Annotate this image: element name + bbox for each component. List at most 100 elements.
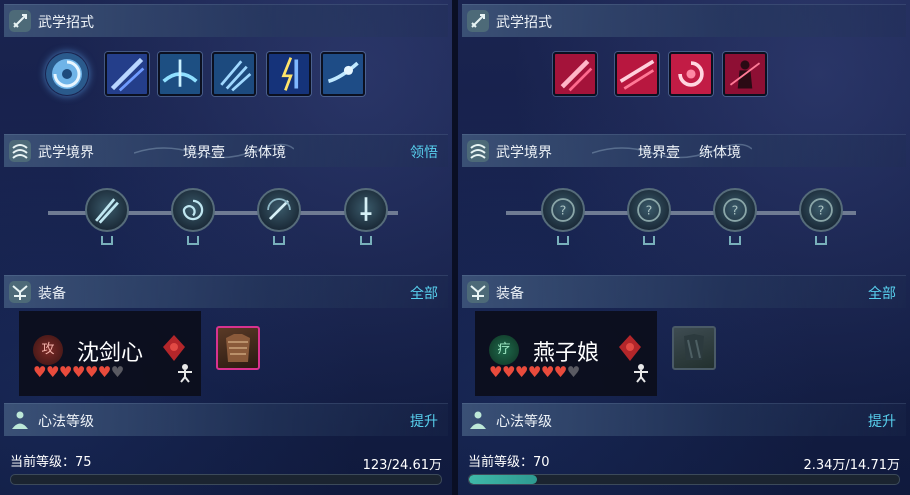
xinfa-header: 心法等级 提升	[4, 403, 448, 436]
svg-text:?: ?	[560, 203, 567, 218]
red-ornament-icon	[619, 335, 641, 361]
realm-node-slot-1	[557, 236, 569, 245]
realm-name: 练体境	[699, 145, 741, 161]
realm-node-1[interactable]	[85, 188, 129, 232]
xinfa-title: 心法等级	[38, 414, 94, 430]
heart-rating: ♥♥♥♥♥♥♥	[33, 363, 124, 381]
vortex-skill-icon	[46, 53, 88, 95]
equipped-armor-slot[interactable]	[216, 326, 260, 370]
heart-empty-icon: ♥	[566, 363, 580, 381]
sword-icon	[467, 10, 489, 32]
heart-filled-icon: ♥	[527, 363, 541, 381]
healer-badge: 疗	[489, 335, 519, 365]
realm-node-3[interactable]	[257, 188, 301, 232]
skill-icon-2[interactable]	[615, 52, 659, 96]
upgrade-button[interactable]: 提升	[868, 411, 896, 431]
skill-icon-4[interactable]	[212, 52, 256, 96]
meditation-icon	[12, 411, 28, 429]
empty-armor-slot[interactable]	[672, 326, 716, 370]
skill-icon-2[interactable]	[105, 52, 149, 96]
realm-node-slot-3	[729, 236, 741, 245]
skill-icon-1[interactable]	[45, 52, 89, 96]
svg-text:?: ?	[646, 203, 653, 218]
heart-filled-icon: ♥	[71, 363, 85, 381]
skill-icon-5[interactable]	[267, 52, 311, 96]
skill-icon-4[interactable]	[723, 52, 767, 96]
armor-placeholder-icon	[684, 334, 704, 360]
current-level: 当前等级：70	[468, 455, 550, 470]
blade-slash-icon	[95, 198, 119, 224]
view-all-button[interactable]: 全部	[868, 283, 896, 303]
level-progress-text: 2.34万/14.71万	[803, 458, 900, 473]
equip-title: 装备	[38, 286, 66, 302]
svg-text:?: ?	[818, 203, 825, 218]
realm-node-2[interactable]	[171, 188, 215, 232]
realm-node-slot-4	[815, 236, 827, 245]
equip-title: 装备	[496, 286, 524, 302]
heart-filled-icon: ♥	[58, 363, 72, 381]
character-panel-right: 武学招式 武学境界 境界壹 练体境 ? ? ? ? 装备 全部 疗 燕子娘 ♥♥…	[458, 0, 910, 495]
wave-skill-icon	[160, 54, 200, 94]
realm-node-slot-4	[360, 236, 372, 245]
puppet-figure-icon	[634, 364, 648, 383]
heart-filled-icon: ♥	[33, 363, 46, 381]
current-level: 当前等级：75	[10, 455, 92, 470]
character-card[interactable]: 疗 燕子娘 ♥♥♥♥♥♥♥	[475, 311, 657, 396]
realm-node-locked-2[interactable]: ?	[627, 188, 671, 232]
equipment-icon	[9, 281, 31, 303]
skill-icon-6[interactable]	[321, 52, 365, 96]
realm-node-locked-4[interactable]: ?	[799, 188, 843, 232]
equipment-icon	[467, 281, 489, 303]
realm-node-4[interactable]	[344, 188, 388, 232]
xinfa-header: 心法等级 提升	[462, 403, 906, 436]
skills-header: 武学招式	[462, 4, 906, 37]
skill-icon-1[interactable]	[553, 52, 597, 96]
level-progress-fill	[469, 475, 538, 484]
locked-question-icon: ?	[551, 198, 575, 222]
realm-icon	[9, 140, 31, 162]
crimson-strike-icon	[617, 54, 657, 94]
heart-filled-icon: ♥	[553, 363, 567, 381]
svg-text:?: ?	[732, 203, 739, 218]
skill-icon-3[interactable]	[158, 52, 202, 96]
slash-skill-icon	[107, 54, 147, 94]
comprehend-button[interactable]: 领悟	[410, 142, 438, 162]
equip-header: 装备 全部	[462, 275, 906, 308]
armor-icon	[226, 334, 250, 362]
skill-icon-3[interactable]	[669, 52, 713, 96]
locked-question-icon: ?	[637, 198, 661, 222]
heart-empty-icon: ♥	[110, 363, 124, 381]
puppet-figure-icon	[178, 364, 192, 383]
crimson-swirl-icon	[671, 54, 711, 94]
realm-node-slot-3	[273, 236, 285, 245]
locked-question-icon: ?	[809, 198, 833, 222]
view-all-button[interactable]: 全部	[410, 283, 438, 303]
xinfa-title: 心法等级	[496, 414, 552, 430]
spiral-icon	[182, 199, 204, 221]
level-progress-bar	[468, 474, 900, 485]
skills-title: 武学招式	[496, 15, 552, 31]
red-ornament-icon	[163, 335, 185, 361]
realm-level: 境界壹	[183, 145, 225, 161]
sword-icon	[9, 10, 31, 32]
upgrade-button[interactable]: 提升	[410, 411, 438, 431]
level-progress-bar	[10, 474, 442, 485]
skills-header: 武学招式	[4, 4, 448, 37]
lightning-skill-icon	[269, 54, 309, 94]
realm-icon	[467, 140, 489, 162]
character-card[interactable]: 攻 沈剑心 ♥♥♥♥♥♥♥	[19, 311, 201, 396]
heart-filled-icon: ♥	[84, 363, 98, 381]
realm-node-slot-2	[187, 236, 199, 245]
level-progress-text: 123/24.61万	[362, 458, 442, 473]
crimson-slash-icon	[555, 54, 595, 94]
realm-header: 武学境界 境界壹 练体境	[462, 134, 906, 167]
dagger-icon	[360, 197, 372, 221]
realm-node-locked-1[interactable]: ?	[541, 188, 585, 232]
heart-filled-icon: ♥	[45, 363, 59, 381]
character-panel-left: 武学招式 武学境界 境界壹 练体境 领悟 装备 全部 攻 沈剑心 ♥♥♥♥♥♥♥…	[0, 0, 452, 495]
crimson-figure-icon	[725, 54, 765, 94]
meditation-icon	[470, 411, 486, 429]
heart-filled-icon: ♥	[97, 363, 111, 381]
heart-filled-icon: ♥	[514, 363, 528, 381]
realm-node-locked-3[interactable]: ?	[713, 188, 757, 232]
